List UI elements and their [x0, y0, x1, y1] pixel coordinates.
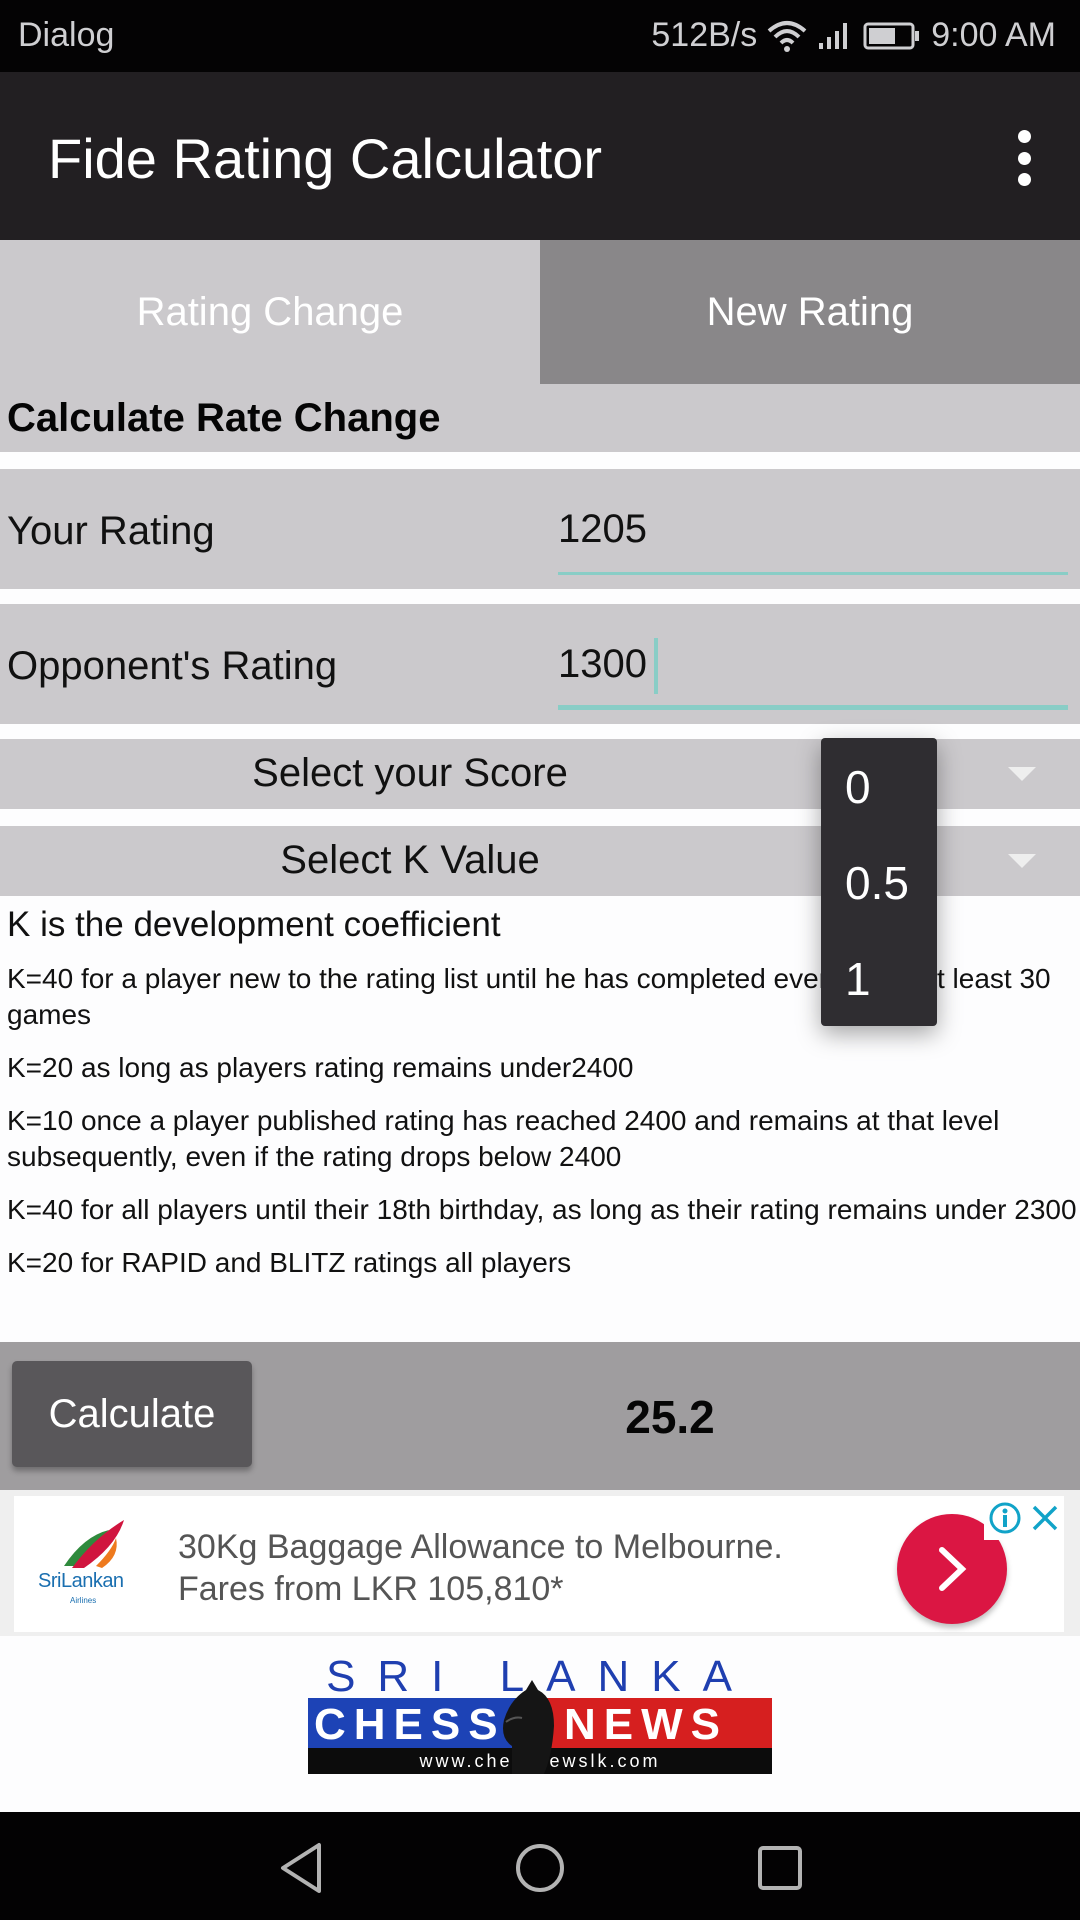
ad-line-2: Fares from LKR 105,810* [178, 1570, 564, 1608]
logo-left-text: CHESS [314, 1700, 506, 1749]
input-underline [558, 572, 1068, 575]
app-bar: Fide Rating Calculator [0, 72, 1080, 240]
recents-icon [758, 1846, 802, 1890]
signal-icon [817, 21, 853, 51]
status-bar: Dialog 512B/s 9:00 AM [0, 0, 1080, 72]
menu-dot [1017, 173, 1031, 186]
status-right: 512B/s 9:00 AM [651, 16, 1056, 55]
chess-news-logo[interactable]: SRI LANKA CHESS NEWS www.chessnewslk.com [306, 1652, 774, 1776]
score-dropdown-menu: 0 0.5 1 [821, 738, 937, 1026]
chevron-right-icon [939, 1547, 967, 1591]
opponent-rating-input[interactable] [558, 634, 1068, 694]
section-heading: Calculate Rate Change [0, 384, 1080, 452]
chess-knight-icon [503, 1680, 554, 1774]
menu-dot [1017, 130, 1031, 143]
your-rating-label: Your Rating [7, 509, 215, 553]
dropdown-arrow-icon [1008, 767, 1036, 781]
your-rating-field-wrap [558, 489, 1068, 575]
ad-choices [984, 1496, 1064, 1540]
ad-text: 30Kg Baggage Allowance to Melbourne. Far… [178, 1526, 783, 1610]
info-icon[interactable] [988, 1501, 1022, 1535]
opponent-rating-label: Opponent's Rating [7, 644, 338, 688]
score-spinner-label: Select your Score [252, 751, 568, 795]
k-info-line: K=20 for RAPID and BLITZ ratings all pla… [7, 1247, 572, 1278]
text-caret [654, 638, 658, 694]
advertiser-subtitle: Airlines [70, 1596, 97, 1605]
back-icon [281, 1843, 321, 1893]
score-option[interactable]: 0 [845, 760, 871, 814]
home-icon [516, 1844, 564, 1892]
recents-button[interactable] [750, 1840, 810, 1896]
calculate-row: Calculate 25.2 [0, 1342, 1080, 1490]
status-app-label: Dialog [18, 16, 115, 54]
score-option[interactable]: 1 [845, 952, 871, 1006]
more-vert-icon[interactable] [1008, 130, 1040, 186]
section-title: Calculate Rate Change [7, 396, 441, 440]
ad-banner[interactable]: SriLankan Airlines 30Kg Baggage Allowanc… [0, 1490, 1080, 1636]
k-info-line: K=40 for all players until their 18th bi… [7, 1194, 1077, 1225]
system-nav-bar [0, 1812, 1080, 1920]
tab-rating-change[interactable]: Rating Change [0, 240, 540, 384]
k-spinner-label: Select K Value [280, 838, 540, 882]
k-info-line: K=20 as long as players rating remains u… [7, 1052, 634, 1083]
your-rating-input[interactable] [558, 499, 1068, 559]
ad-line-1: 30Kg Baggage Allowance to Melbourne. [178, 1528, 783, 1566]
opponent-rating-field-wrap [558, 624, 1068, 710]
clock: 9:00 AM [931, 16, 1056, 54]
tab-new-rating[interactable]: New Rating [540, 240, 1080, 384]
menu-dot [1017, 151, 1031, 165]
network-speed: 512B/s [651, 16, 758, 54]
battery-icon [863, 21, 921, 51]
close-icon[interactable] [1030, 1503, 1060, 1533]
back-button[interactable] [272, 1840, 332, 1896]
dropdown-arrow-icon [1008, 854, 1036, 868]
input-underline-focused [558, 705, 1068, 710]
score-option[interactable]: 0.5 [845, 856, 909, 910]
logo-right-text: NEWS [564, 1700, 728, 1749]
k-info-line: K=10 once a player published rating has … [7, 1105, 1000, 1172]
calculate-button[interactable]: Calculate [12, 1361, 252, 1467]
app-title: Fide Rating Calculator [48, 127, 603, 190]
your-rating-row: Your Rating [0, 469, 1080, 589]
advertiser-name: SriLankan [38, 1570, 124, 1592]
opponent-rating-row: Opponent's Rating [0, 604, 1080, 724]
peacock-icon [64, 1520, 124, 1568]
tab-bar: Rating Change New Rating [0, 240, 1080, 384]
home-button[interactable] [510, 1840, 570, 1896]
ad-content[interactable]: SriLankan Airlines 30Kg Baggage Allowanc… [14, 1496, 1064, 1632]
wifi-icon [767, 19, 807, 53]
advertiser-logo: SriLankan Airlines [34, 1516, 144, 1616]
rating-change-result: 25.2 [625, 1391, 715, 1443]
